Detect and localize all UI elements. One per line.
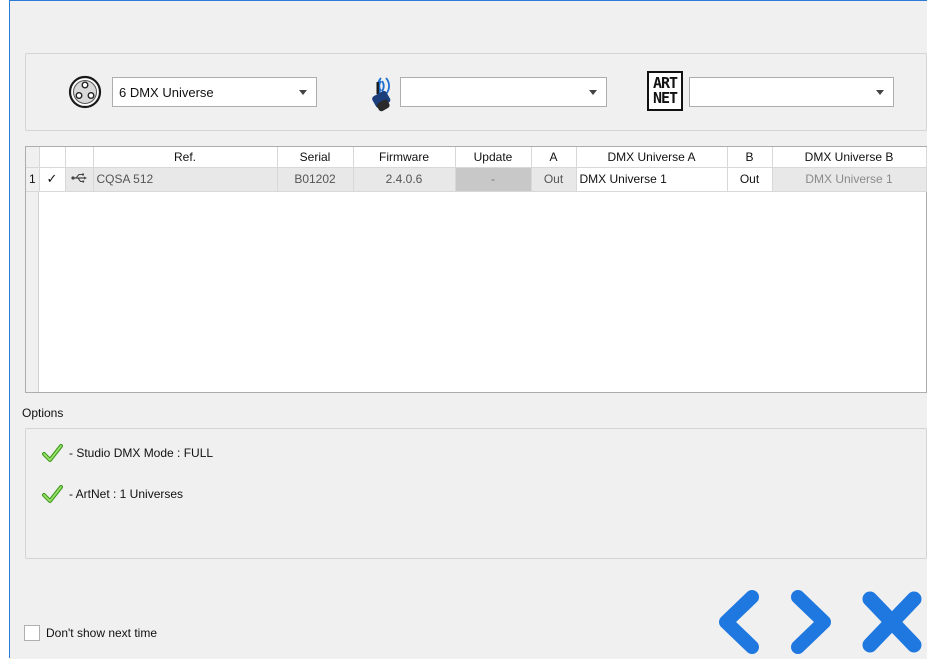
device-table-grid: Ref. Serial Firmware Update A DMX Univer… [26, 147, 927, 192]
column-header-dmx-universe-a[interactable]: DMX Universe A [576, 147, 728, 168]
connection-type-cell [65, 167, 94, 192]
cell-update[interactable]: - [455, 167, 532, 192]
options-label: Options [22, 406, 64, 420]
cell-b[interactable]: Out [727, 167, 773, 192]
artnet-logo-line2: NET [652, 89, 678, 107]
dont-show-label: Don't show next time [46, 626, 158, 640]
artnet-select[interactable] [689, 77, 894, 107]
column-header-a[interactable]: A [531, 147, 577, 168]
checkmark-icon: ✓ [46, 171, 58, 186]
row-checkbox[interactable]: ✓ [39, 167, 66, 192]
device-table: Ref. Serial Firmware Update A DMX Univer… [25, 146, 927, 393]
column-header-dmx-universe-b[interactable]: DMX Universe B [772, 147, 927, 168]
chevron-down-icon [299, 90, 307, 95]
table-header-row: Ref. Serial Firmware Update A DMX Univer… [26, 147, 927, 168]
dont-show-next-time[interactable]: Don't show next time [24, 625, 157, 641]
artnet-logo: ART NET [647, 71, 683, 111]
green-check-icon [42, 485, 63, 503]
option-artnet: - ArtNet : 1 Universes [41, 483, 183, 505]
chevron-down-icon [876, 90, 884, 95]
cell-ref: CQSA 512 [93, 167, 278, 192]
corner-cell [26, 147, 40, 168]
cell-dmx-universe-b: DMX Universe 1 [772, 167, 927, 192]
dialog-window: 6 DMX Universe ART NET Ref. Serial Firmw… [9, 0, 927, 659]
column-header-b[interactable]: B [727, 147, 773, 168]
dont-show-checkbox[interactable] [24, 625, 40, 641]
dmx-universe-select[interactable]: 6 DMX Universe [112, 77, 317, 107]
chevron-right-icon [791, 590, 831, 654]
option-text: - ArtNet : 1 Universes [69, 487, 184, 501]
cell-dmx-universe-a[interactable]: DMX Universe 1 [576, 167, 728, 192]
row-number: 1 [26, 167, 40, 192]
column-header-update[interactable]: Update [455, 147, 532, 168]
green-check-icon [42, 444, 63, 462]
close-button[interactable] [860, 587, 924, 657]
column-header-firmware[interactable]: Firmware [353, 147, 456, 168]
column-header-ref[interactable]: Ref. [93, 147, 278, 168]
cell-serial: B01202 [277, 167, 354, 192]
chevron-down-icon [589, 90, 597, 95]
wireless-dongle-icon [372, 77, 391, 112]
xlr-connector-icon [68, 75, 102, 109]
device-selector-bar: 6 DMX Universe ART NET [25, 53, 927, 131]
dmx-universe-select-value: 6 DMX Universe [119, 84, 214, 100]
option-text: - Studio DMX Mode : FULL [69, 446, 214, 460]
cell-a[interactable]: Out [531, 167, 577, 192]
dialog-content: 6 DMX Universe ART NET Ref. Serial Firmw… [10, 15, 927, 659]
back-button[interactable] [710, 587, 768, 657]
table-row[interactable]: 1 ✓ CQSA 512 B01202 2.4.0.6 - Out DMX Un… [26, 167, 927, 192]
column-header-icon [65, 147, 94, 168]
next-button[interactable] [782, 587, 840, 657]
chevron-left-icon [719, 590, 759, 654]
column-header-serial[interactable]: Serial [277, 147, 354, 168]
column-header-check [39, 147, 66, 168]
options-box: - Studio DMX Mode : FULL - ArtNet : 1 Un… [25, 428, 927, 559]
close-icon [862, 591, 922, 653]
cell-firmware: 2.4.0.6 [353, 167, 456, 192]
option-studio-dmx-mode: - Studio DMX Mode : FULL [41, 442, 213, 464]
wireless-select[interactable] [400, 77, 607, 107]
usb-icon [71, 173, 87, 183]
